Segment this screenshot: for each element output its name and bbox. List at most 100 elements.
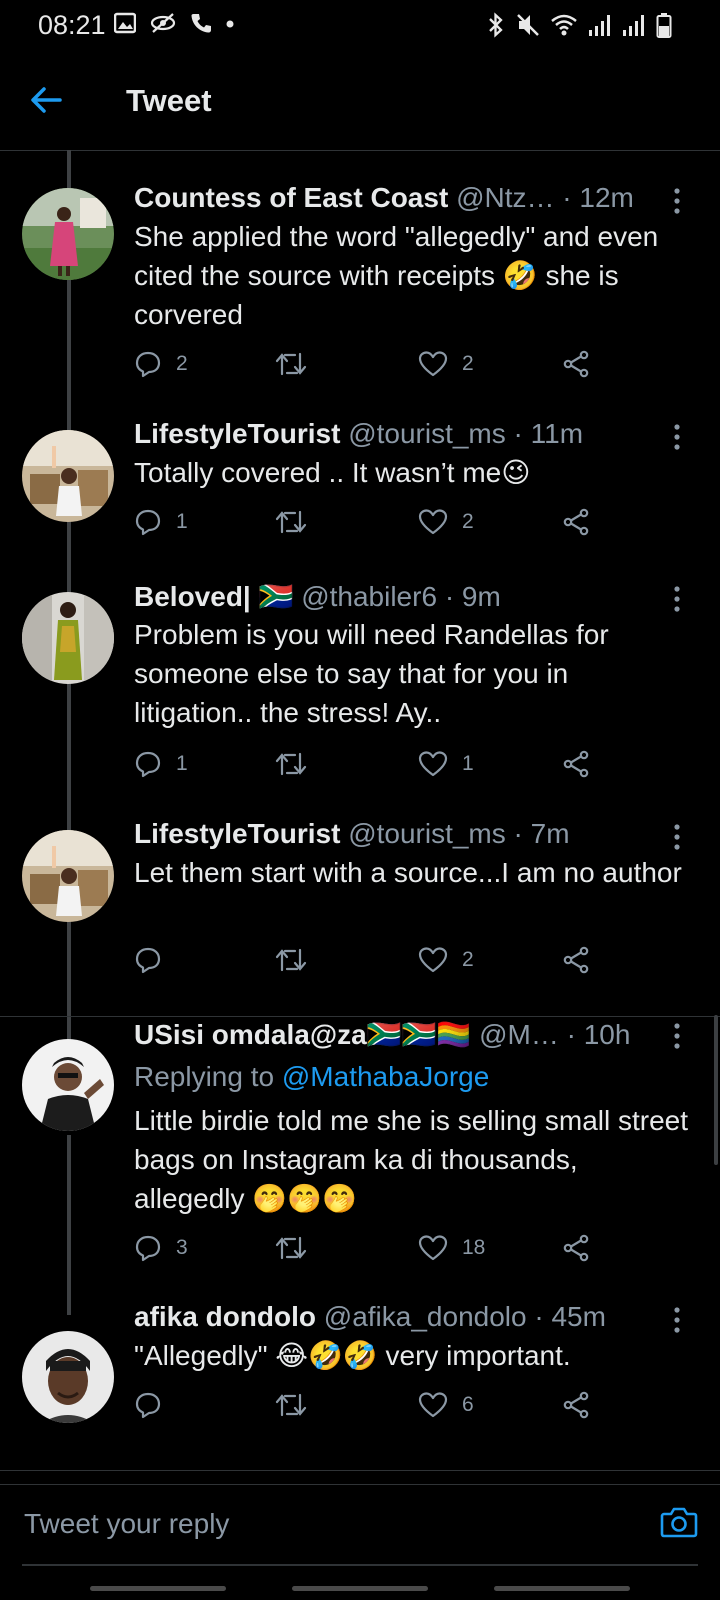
like-button[interactable]: 6 xyxy=(418,1391,474,1419)
tweet[interactable]: afika dondolo @afika_dondolo · 45m "Alle… xyxy=(0,1301,720,1473)
avatar[interactable] xyxy=(22,1331,114,1423)
camera-icon[interactable] xyxy=(660,1505,698,1539)
heart-icon xyxy=(418,1235,448,1261)
dot-icon xyxy=(226,20,234,28)
avatar[interactable] xyxy=(22,592,114,684)
retweet-icon xyxy=(275,352,307,376)
status-notification-icons xyxy=(114,12,234,34)
tweet-header: LifestyleTourist @tourist_ms · 7m xyxy=(134,818,660,852)
reply-icon xyxy=(135,1235,161,1262)
share-button[interactable] xyxy=(562,508,590,536)
tweet[interactable]: Beloved| 🇿🇦 @thabiler6 · 9m Problem is y… xyxy=(0,580,720,820)
author-handle[interactable]: @tourist_ms xyxy=(348,818,506,849)
retweet-icon xyxy=(275,1393,307,1417)
scrollbar[interactable] xyxy=(714,1015,718,1165)
retweet-icon xyxy=(275,510,307,534)
eye-off-icon xyxy=(150,13,176,33)
share-icon xyxy=(563,1391,589,1419)
reply-button[interactable]: 3 xyxy=(134,1234,188,1262)
avatar[interactable] xyxy=(22,1039,114,1131)
share-icon xyxy=(563,350,589,378)
author-handle[interactable]: @Ntz… xyxy=(456,182,554,213)
like-button[interactable]: 1 xyxy=(418,750,474,778)
like-count: 18 xyxy=(462,1236,486,1259)
tweet-text: "Allegedly" 😂🤣🤣 very important. xyxy=(134,1340,571,1371)
tweet-text: Problem is you will need Randellas for s… xyxy=(134,619,609,728)
nav-home-indicator[interactable] xyxy=(292,1586,428,1591)
reply-button[interactable]: 2 xyxy=(134,350,188,378)
share-button[interactable] xyxy=(562,946,590,974)
retweet-button[interactable] xyxy=(274,350,308,378)
share-button[interactable] xyxy=(562,750,590,778)
tweet-time: · 45m xyxy=(534,1301,606,1332)
avatar[interactable] xyxy=(22,830,114,922)
avatar[interactable] xyxy=(22,188,114,280)
image-icon xyxy=(114,12,136,34)
nav-back-indicator[interactable] xyxy=(494,1586,630,1591)
tweet-time: · 10h xyxy=(566,1019,631,1050)
thread-separator xyxy=(0,1470,720,1471)
reply-count: 3 xyxy=(176,1236,188,1259)
heart-icon xyxy=(418,1392,448,1418)
status-time: 08:21 xyxy=(38,10,106,40)
share-button[interactable] xyxy=(562,1234,590,1262)
share-button[interactable] xyxy=(562,350,590,378)
replying-to-link[interactable]: @MathabaJorge xyxy=(282,1061,489,1092)
retweet-button[interactable] xyxy=(274,508,308,536)
author-name[interactable]: afika dondolo xyxy=(134,1301,316,1332)
replying-to: Replying to @MathabaJorge xyxy=(134,1061,489,1093)
retweet-icon xyxy=(275,948,307,972)
status-bar: 08:21 xyxy=(0,0,720,52)
author-handle[interactable]: @M… xyxy=(479,1019,559,1050)
more-icon[interactable] xyxy=(672,1305,682,1335)
reply-button[interactable]: 1 xyxy=(134,750,188,778)
retweet-button[interactable] xyxy=(274,1234,308,1262)
author-name[interactable]: LifestyleTourist xyxy=(134,818,340,849)
share-button[interactable] xyxy=(562,1391,590,1419)
reply-icon xyxy=(135,1392,161,1419)
back-button[interactable] xyxy=(28,82,68,122)
app-header: Tweet xyxy=(0,52,720,151)
author-handle[interactable]: @thabiler6 xyxy=(301,581,437,612)
retweet-button[interactable] xyxy=(274,750,308,778)
like-button[interactable]: 2 xyxy=(418,350,474,378)
reply-icon xyxy=(135,751,161,778)
more-icon[interactable] xyxy=(672,584,682,614)
more-icon[interactable] xyxy=(672,1021,682,1051)
author-name[interactable]: LifestyleTourist xyxy=(134,418,340,449)
heart-icon xyxy=(418,351,448,377)
tweet-header: USisi omdala@za🇿🇦🇿🇦🏳️‍🌈 @M… · 10h xyxy=(134,1018,660,1052)
tweet[interactable]: Countess of East Coast @Ntz… · 12m She a… xyxy=(0,150,720,420)
signal-icon xyxy=(589,15,610,36)
reply-input[interactable] xyxy=(22,1503,626,1545)
author-name[interactable]: USisi omdala@za🇿🇦🇿🇦🏳️‍🌈 xyxy=(134,1019,471,1050)
like-button[interactable]: 18 xyxy=(418,1234,485,1262)
reply-button[interactable]: 1 xyxy=(134,508,188,536)
tweet-actions: 6 xyxy=(134,1391,614,1425)
nav-recents-indicator[interactable] xyxy=(90,1586,226,1591)
avatar[interactable] xyxy=(22,430,114,522)
tweet-actions: 1 1 xyxy=(134,750,614,784)
more-icon[interactable] xyxy=(672,822,682,852)
author-name[interactable]: Countess of East Coast xyxy=(134,182,448,213)
tweet-header: LifestyleTourist @tourist_ms · 11m xyxy=(134,418,660,452)
share-icon xyxy=(563,946,589,974)
retweet-button[interactable] xyxy=(274,1391,308,1419)
page-title: Tweet xyxy=(126,83,212,118)
retweet-button[interactable] xyxy=(274,946,308,974)
like-button[interactable]: 2 xyxy=(418,946,474,974)
tweet-actions: 1 2 xyxy=(134,508,614,542)
like-button[interactable]: 2 xyxy=(418,508,474,536)
more-icon[interactable] xyxy=(672,422,682,452)
author-name[interactable]: Beloved| 🇿🇦 xyxy=(134,581,293,612)
battery-icon xyxy=(656,13,672,38)
tweet[interactable]: USisi omdala@za🇿🇦🇿🇦🏳️‍🌈 @M… · 10h Replyi… xyxy=(0,1017,720,1303)
tweet[interactable]: LifestyleTourist @tourist_ms · 11m Total… xyxy=(0,418,720,580)
author-handle[interactable]: @tourist_ms xyxy=(348,418,506,449)
reply-button[interactable] xyxy=(134,946,176,974)
replying-to-label: Replying to xyxy=(134,1061,275,1092)
reply-button[interactable] xyxy=(134,1391,176,1419)
author-handle[interactable]: @afika_dondolo xyxy=(324,1301,527,1332)
tweet[interactable]: LifestyleTourist @tourist_ms · 7m Let th… xyxy=(0,818,720,1016)
more-icon[interactable] xyxy=(672,186,682,216)
